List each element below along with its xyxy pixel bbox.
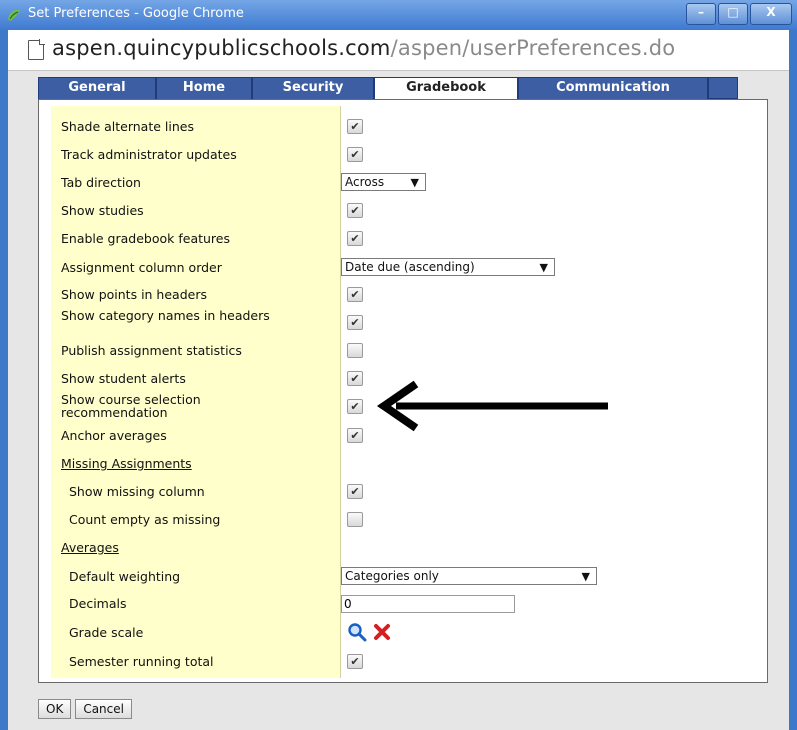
checkbox-enable-gradebook-features[interactable]: ✔ bbox=[347, 231, 363, 246]
label-semester-running-total: Semester running total bbox=[69, 654, 214, 669]
checkbox-shade-alternate-lines[interactable]: ✔ bbox=[347, 119, 363, 134]
button-bar: OK Cancel bbox=[38, 699, 136, 719]
label-enable-gradebook-features: Enable gradebook features bbox=[61, 231, 230, 246]
close-icon: X bbox=[766, 5, 776, 19]
checkbox-count-empty-as-missing[interactable] bbox=[347, 512, 363, 527]
label-shade-alternate-lines: Shade alternate lines bbox=[61, 119, 194, 134]
minimize-icon: – bbox=[698, 5, 704, 19]
label-publish-assignment-statistics: Publish assignment statistics bbox=[61, 343, 242, 358]
minimize-button[interactable]: – bbox=[686, 3, 716, 25]
address-bar[interactable]: aspen.quincypublicschools.com/aspen/user… bbox=[8, 30, 789, 71]
label-show-studies: Show studies bbox=[61, 203, 144, 218]
close-button[interactable]: X bbox=[750, 3, 792, 25]
label-anchor-averages: Anchor averages bbox=[61, 428, 167, 443]
app-logo-icon bbox=[8, 9, 20, 21]
label-grade-scale: Grade scale bbox=[69, 625, 144, 640]
checkbox-publish-assignment-statistics[interactable] bbox=[347, 343, 363, 358]
section-averages[interactable]: Averages bbox=[61, 541, 331, 554]
checkbox-anchor-averages[interactable]: ✔ bbox=[347, 428, 363, 443]
dropdown-arrow-icon: ▼ bbox=[410, 176, 419, 189]
tab-security[interactable]: Security bbox=[252, 77, 374, 99]
checkbox-show-points-in-headers[interactable]: ✔ bbox=[347, 287, 363, 302]
checkbox-semester-running-total[interactable]: ✔ bbox=[347, 654, 363, 669]
tab-communication[interactable]: Communication bbox=[518, 77, 708, 99]
select-default-weighting[interactable]: Categories only ▼ bbox=[341, 567, 597, 585]
label-show-points-in-headers: Show points in headers bbox=[61, 287, 207, 302]
dropdown-arrow-icon: ▼ bbox=[581, 570, 590, 583]
label-default-weighting: Default weighting bbox=[69, 569, 181, 584]
magnifier-icon[interactable] bbox=[347, 622, 367, 642]
window-controls: – □ X bbox=[684, 3, 792, 25]
checkbox-show-missing-column[interactable]: ✔ bbox=[347, 484, 363, 499]
checkbox-show-course-selection-recommendation[interactable]: ✔ bbox=[347, 399, 363, 414]
red-x-icon[interactable] bbox=[373, 623, 391, 641]
browser-window: Set Preferences - Google Chrome – □ X as… bbox=[0, 0, 797, 730]
label-show-category-names: Show category names in headers bbox=[61, 308, 270, 323]
tab-bar: General Home Security Gradebook Communic… bbox=[38, 77, 738, 101]
label-show-student-alerts: Show student alerts bbox=[61, 371, 186, 386]
tab-filler bbox=[708, 77, 738, 99]
title-bar: Set Preferences - Google Chrome – □ X bbox=[0, 0, 797, 30]
label-decimals: Decimals bbox=[69, 596, 127, 611]
cancel-button[interactable]: Cancel bbox=[75, 699, 132, 719]
page-icon bbox=[28, 39, 45, 60]
label-tab-direction: Tab direction bbox=[61, 175, 141, 190]
section-missing-assignments[interactable]: Missing Assignments bbox=[61, 457, 331, 470]
url-host: aspen.quincypublicschools.com bbox=[52, 36, 391, 60]
tab-gradebook[interactable]: Gradebook bbox=[374, 77, 518, 101]
label-track-administrator-updates: Track administrator updates bbox=[61, 147, 237, 162]
maximize-icon: □ bbox=[727, 5, 739, 19]
select-tab-direction[interactable]: Across ▼ bbox=[341, 173, 426, 191]
checkbox-show-studies[interactable]: ✔ bbox=[347, 203, 363, 218]
select-tab-direction-value: Across bbox=[345, 175, 385, 189]
decimals-input[interactable]: 0 bbox=[341, 595, 515, 613]
dropdown-arrow-icon: ▼ bbox=[539, 261, 548, 274]
window-title: Set Preferences - Google Chrome bbox=[28, 6, 244, 21]
label-show-missing-column: Show missing column bbox=[69, 484, 205, 499]
annotation-arrow-icon bbox=[376, 380, 608, 432]
label-show-course-selection-recommendation: Show course selection recommendation bbox=[61, 392, 201, 420]
tab-general[interactable]: General bbox=[38, 77, 156, 99]
url-path: /aspen/userPreferences.do bbox=[390, 36, 676, 60]
label-assignment-column-order: Assignment column order bbox=[61, 260, 222, 275]
checkbox-show-student-alerts[interactable]: ✔ bbox=[347, 371, 363, 386]
select-column-order-value: Date due (ascending) bbox=[345, 260, 475, 274]
select-assignment-column-order[interactable]: Date due (ascending) ▼ bbox=[341, 258, 555, 276]
url-text[interactable]: aspen.quincypublicschools.com/aspen/user… bbox=[52, 36, 675, 60]
tab-home[interactable]: Home bbox=[156, 77, 252, 99]
label-count-empty-as-missing: Count empty as missing bbox=[69, 512, 221, 527]
maximize-button[interactable]: □ bbox=[718, 3, 748, 25]
checkbox-track-administrator-updates[interactable]: ✔ bbox=[347, 147, 363, 162]
ok-button[interactable]: OK bbox=[38, 699, 72, 719]
checkbox-show-category-names[interactable]: ✔ bbox=[347, 315, 363, 330]
select-default-weighting-value: Categories only bbox=[345, 569, 439, 583]
